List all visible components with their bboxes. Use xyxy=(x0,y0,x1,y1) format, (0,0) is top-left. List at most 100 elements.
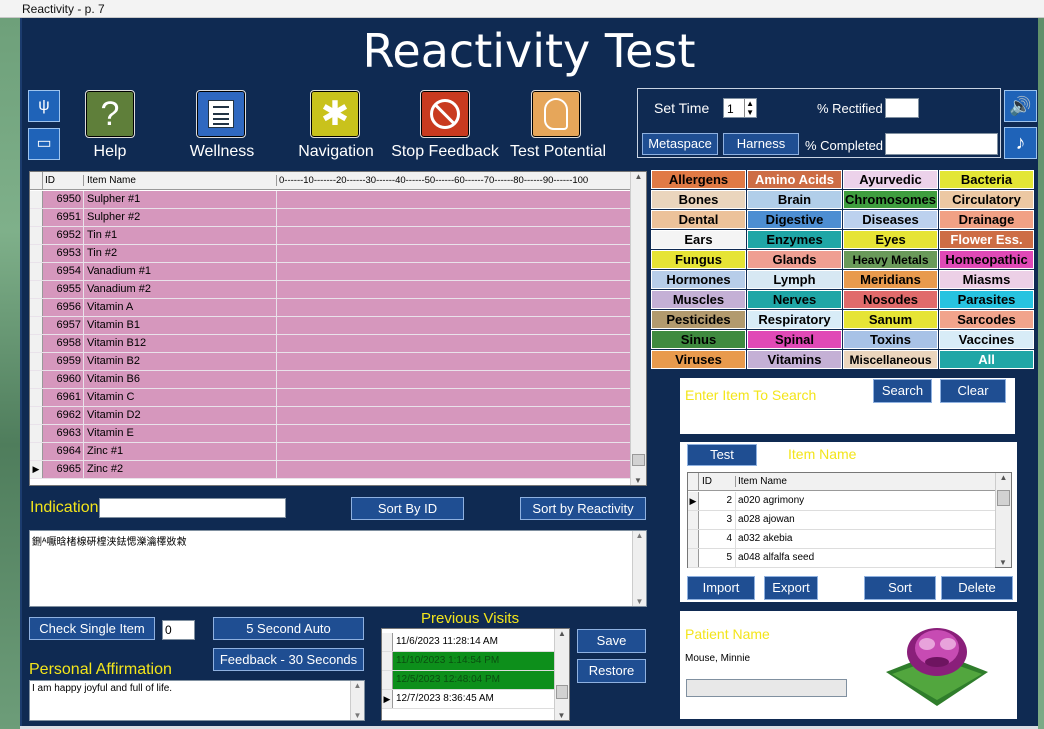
check-count-field[interactable]: 0 xyxy=(162,620,195,640)
category-spinal[interactable]: Spinal xyxy=(747,330,842,349)
category-ayurvedic[interactable]: Ayurvedic xyxy=(843,170,938,189)
category-meridians[interactable]: Meridians xyxy=(843,270,938,289)
category-digestive[interactable]: Digestive xyxy=(747,210,842,229)
category-miscellaneous[interactable]: Miscellaneous xyxy=(843,350,938,369)
scroll-down-icon[interactable]: ▼ xyxy=(555,711,568,720)
category-glands[interactable]: Glands xyxy=(747,250,842,269)
test-button[interactable]: Test xyxy=(687,444,757,466)
category-drainage[interactable]: Drainage xyxy=(939,210,1034,229)
scroll-up-icon[interactable]: ▲ xyxy=(351,681,364,690)
category-pesticides[interactable]: Pesticides xyxy=(651,310,746,329)
category-respiratory[interactable]: Respiratory xyxy=(747,310,842,329)
table-row[interactable]: 3 a028 ajowan xyxy=(688,511,995,530)
import-button[interactable]: Import xyxy=(687,576,755,600)
table-row[interactable]: 6962 Vitamin D2 xyxy=(30,407,630,425)
category-bones[interactable]: Bones xyxy=(651,190,746,209)
table-row[interactable]: 6952 Tin #1 xyxy=(30,227,630,245)
row-selector[interactable] xyxy=(30,389,43,406)
music-note-icon[interactable]: ♪ xyxy=(1004,127,1037,159)
row-selector[interactable] xyxy=(688,530,699,548)
list-item[interactable]: 11/10/2023 1:14:54 PM xyxy=(382,652,554,671)
scroll-up-icon[interactable]: ▲ xyxy=(555,629,569,638)
category-circulatory[interactable]: Circulatory xyxy=(939,190,1034,209)
completed-field[interactable] xyxy=(885,133,998,155)
table-row[interactable]: 6954 Vanadium #1 xyxy=(30,263,630,281)
category-chromosomes[interactable]: Chromosomes xyxy=(843,190,938,209)
antenna-icon[interactable]: ψ xyxy=(28,90,60,122)
metaspace-button[interactable]: Metaspace xyxy=(642,133,718,155)
row-selector[interactable]: ▶ xyxy=(688,492,699,510)
table-row[interactable]: 6950 Sulpher #1 xyxy=(30,191,630,209)
list-item[interactable]: 12/5/2023 12:48:04 PM xyxy=(382,671,554,690)
list-item[interactable]: ▶ 12/7/2023 8:36:45 AM xyxy=(382,690,554,709)
restore-button[interactable]: Restore xyxy=(577,659,646,683)
row-selector[interactable] xyxy=(382,633,393,651)
category-parasites[interactable]: Parasites xyxy=(939,290,1034,309)
navigation-button[interactable]: ✱ xyxy=(310,90,360,138)
scroll-down-icon[interactable]: ▼ xyxy=(631,476,645,485)
category-homeopathic[interactable]: Homeopathic xyxy=(939,250,1034,269)
category-flower-ess[interactable]: Flower Ess. xyxy=(939,230,1034,249)
feedback-30-seconds-button[interactable]: Feedback - 30 Seconds xyxy=(213,648,364,671)
check-single-item-button[interactable]: Check Single Item xyxy=(29,617,155,640)
category-sinus[interactable]: Sinus xyxy=(651,330,746,349)
row-selector[interactable] xyxy=(30,425,43,442)
row-selector[interactable] xyxy=(30,317,43,334)
row-selector[interactable] xyxy=(30,191,43,208)
harness-button[interactable]: Harness xyxy=(723,133,799,155)
row-selector[interactable] xyxy=(30,263,43,280)
category-hormones[interactable]: Hormones xyxy=(651,270,746,289)
sort-by-id-button[interactable]: Sort By ID xyxy=(351,497,464,520)
indication-field[interactable] xyxy=(99,498,286,518)
category-amino-acids[interactable]: Amino Acids xyxy=(747,170,842,189)
table-row[interactable]: ▶ 2 a020 agrimony xyxy=(688,492,995,511)
rectified-field[interactable] xyxy=(885,98,919,118)
scroll-down-icon[interactable]: ▼ xyxy=(996,558,1010,567)
table-row[interactable]: 6955 Vanadium #2 xyxy=(30,281,630,299)
affirmation-field[interactable]: I am happy joyful and full of life. ▲ ▼ xyxy=(29,680,365,721)
five-second-auto-button[interactable]: 5 Second Auto xyxy=(213,617,364,640)
category-lymph[interactable]: Lymph xyxy=(747,270,842,289)
test-potential-button[interactable] xyxy=(531,90,581,138)
help-button[interactable]: ? xyxy=(85,90,135,138)
scroll-up-icon[interactable]: ▲ xyxy=(996,473,1011,482)
row-selector[interactable] xyxy=(382,652,393,670)
clear-button[interactable]: Clear xyxy=(940,379,1006,403)
table-row[interactable]: 6964 Zinc #1 xyxy=(30,443,630,461)
table-row[interactable]: 6963 Vitamin E xyxy=(30,425,630,443)
notes-area[interactable]: 鉶ᴬ嚈晗楮楾硏楻浃鉣愢濼瀹檡敚敹 ▲ ▼ xyxy=(29,530,647,607)
category-nosodes[interactable]: Nosodes xyxy=(843,290,938,309)
category-allergens[interactable]: Allergens xyxy=(651,170,746,189)
scroll-thumb[interactable] xyxy=(997,490,1010,506)
table-row[interactable]: 6961 Vitamin C xyxy=(30,389,630,407)
sort-by-reactivity-button[interactable]: Sort by Reactivity xyxy=(520,497,646,520)
row-selector[interactable] xyxy=(382,671,393,689)
item-grid-scrollbar[interactable]: ▲ ▼ xyxy=(630,172,646,485)
search-placeholder[interactable]: Enter Item To Search xyxy=(685,387,816,403)
notes-scrollbar[interactable]: ▲ ▼ xyxy=(632,531,646,606)
row-selector[interactable] xyxy=(30,335,43,352)
set-time-spinner[interactable]: 1 ▲ ▼ xyxy=(723,98,757,118)
category-bacteria[interactable]: Bacteria xyxy=(939,170,1034,189)
category-sarcodes[interactable]: Sarcodes xyxy=(939,310,1034,329)
category-dental[interactable]: Dental xyxy=(651,210,746,229)
category-miasms[interactable]: Miasms xyxy=(939,270,1034,289)
category-muscles[interactable]: Muscles xyxy=(651,290,746,309)
table-row[interactable]: 6958 Vitamin B12 xyxy=(30,335,630,353)
scroll-down-icon[interactable]: ▼ xyxy=(633,597,646,606)
table-row[interactable]: 6951 Sulpher #2 xyxy=(30,209,630,227)
col-name-header[interactable]: Item Name xyxy=(83,175,276,186)
table-row[interactable]: 6956 Vitamin A xyxy=(30,299,630,317)
scroll-thumb[interactable] xyxy=(556,685,568,699)
table-row[interactable]: 6960 Vitamin B6 xyxy=(30,371,630,389)
scroll-up-icon[interactable]: ▲ xyxy=(631,172,646,181)
row-selector[interactable] xyxy=(30,443,43,460)
category-brain[interactable]: Brain xyxy=(747,190,842,209)
wellness-button[interactable] xyxy=(196,90,246,138)
category-all[interactable]: All xyxy=(939,350,1034,369)
category-heavy-metals[interactable]: Heavy Metals xyxy=(843,250,938,269)
category-fungus[interactable]: Fungus xyxy=(651,250,746,269)
row-selector[interactable] xyxy=(30,281,43,298)
category-toxins[interactable]: Toxins xyxy=(843,330,938,349)
selected-grid-scrollbar[interactable]: ▲ ▼ xyxy=(995,473,1011,567)
